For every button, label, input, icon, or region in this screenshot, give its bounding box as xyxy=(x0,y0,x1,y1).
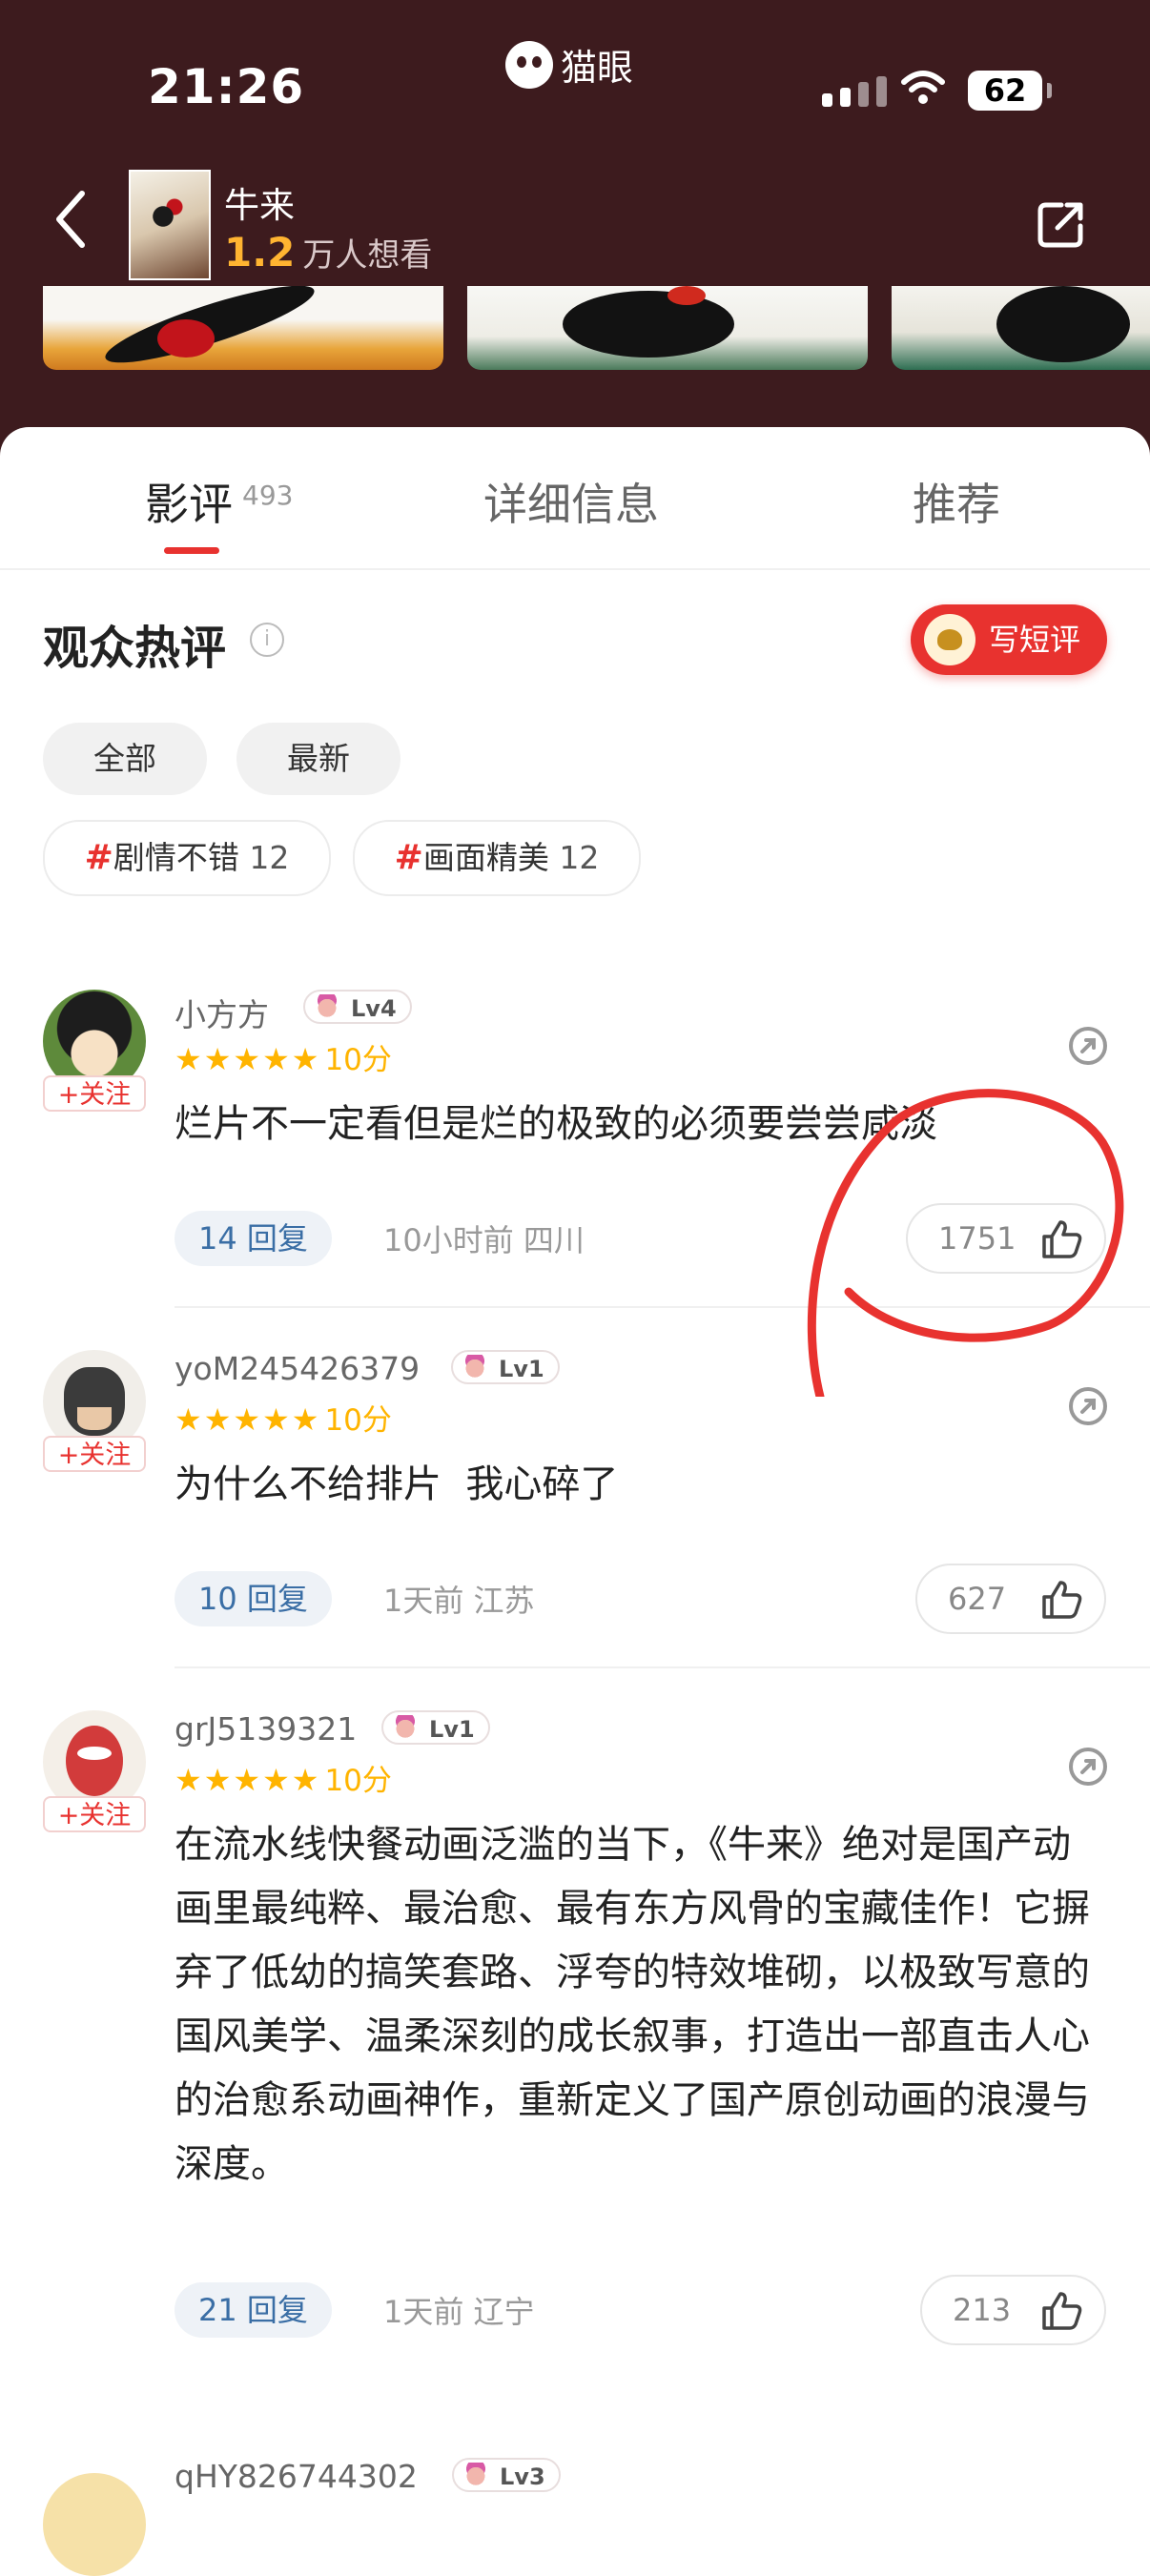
reply-button[interactable]: 14 回复 xyxy=(175,1211,332,1266)
score: 10分 xyxy=(324,1043,392,1077)
info-icon[interactable]: i xyxy=(250,623,284,657)
divider xyxy=(175,1666,1150,1668)
battery-icon: 62 xyxy=(968,71,1052,111)
tab-label: 影评 xyxy=(145,479,233,530)
level-badge: Lv3 xyxy=(452,2458,561,2492)
back-icon[interactable] xyxy=(48,186,95,253)
review-text: 在流水线快餐动画泛滥的当下，《牛来》绝对是国产动画里最纯粹、最治愈、最有东方风骨… xyxy=(175,1823,1090,2186)
review-location: 四川 xyxy=(523,1222,585,1258)
tab-indicator xyxy=(164,547,219,554)
review-text: 为什么不给排片 我心碎了 xyxy=(175,1462,619,1506)
tag-name: 剧情不错 xyxy=(113,839,239,876)
reviews-card: 影评 493 详细信息 推荐 观众热评 i 写短评 全部 最新 #剧情不错 12 … xyxy=(0,427,1150,2576)
share-icon[interactable] xyxy=(1066,1384,1110,1428)
follow-button[interactable]: +关注 xyxy=(43,1796,146,1832)
avatar[interactable] xyxy=(43,2473,146,2576)
tag-plot[interactable]: #剧情不错 12 xyxy=(43,820,331,896)
want-number: 1.2 xyxy=(224,229,296,276)
tab-bar: 影评 493 详细信息 推荐 xyxy=(0,427,1150,570)
follow-button[interactable]: +关注 xyxy=(43,1436,146,1472)
like-count: 1751 xyxy=(938,1220,1017,1257)
level-badge: Lv1 xyxy=(381,1710,490,1745)
username[interactable]: qHY826744302 xyxy=(175,2458,418,2495)
thumbs-up-icon xyxy=(1042,1581,1082,1619)
review-time: 1天前 xyxy=(383,2294,464,2330)
like-button[interactable]: 1751 xyxy=(906,1203,1106,1274)
app-name: 猫眼 xyxy=(561,47,634,89)
review-time: 1天前 xyxy=(383,1583,464,1619)
share-icon[interactable] xyxy=(1066,1745,1110,1789)
review-location: 辽宁 xyxy=(473,2294,535,2330)
divider xyxy=(175,1306,1150,1308)
reply-button[interactable]: 21 回复 xyxy=(175,2282,332,2338)
username[interactable]: yoM245426379 xyxy=(175,1350,420,1387)
movie-still[interactable] xyxy=(892,286,1150,370)
pen-icon xyxy=(924,614,975,665)
want-count: 1.2 万人想看 xyxy=(224,229,432,276)
movie-poster[interactable] xyxy=(129,170,211,280)
tag-count: 12 xyxy=(249,839,290,876)
movie-still[interactable] xyxy=(467,286,868,370)
thumbs-up-icon xyxy=(1042,1220,1082,1258)
movie-still[interactable] xyxy=(43,286,443,370)
filter-latest[interactable]: 最新 xyxy=(236,723,400,795)
review-meta: 1天前 辽宁 xyxy=(383,2288,535,2332)
review-text: 烂片不一定看但是烂的极致的必须要尝尝咸淡 xyxy=(175,1102,937,1146)
thumbs-up-icon xyxy=(1042,2292,1082,2330)
tag-hash: # xyxy=(84,838,113,877)
tag-hash: # xyxy=(394,838,423,877)
review-meta: 10小时前 四川 xyxy=(383,1216,585,1260)
level-badge: Lv1 xyxy=(451,1350,560,1384)
username[interactable]: 小方方 xyxy=(175,990,269,1035)
write-review-button[interactable]: 写短评 xyxy=(911,604,1107,675)
share-icon[interactable] xyxy=(1066,1024,1110,1068)
stars: ★★★★★ xyxy=(175,1401,321,1438)
like-button[interactable]: 627 xyxy=(915,1564,1106,1634)
app-indicator: 猫眼 xyxy=(505,38,633,91)
status-time: 21:26 xyxy=(148,59,305,114)
like-button[interactable]: 213 xyxy=(920,2275,1106,2345)
star-rating: ★★★★★ 10分 xyxy=(175,1035,392,1078)
tag-visuals[interactable]: #画面精美 12 xyxy=(353,820,641,896)
movie-header: 21:26 猫眼 62 牛来 1.2 万人想看 xyxy=(0,0,1150,477)
star-rating: ★★★★★ 10分 xyxy=(175,1756,392,1799)
section-title: 观众热评 xyxy=(43,622,227,675)
tab-recommend[interactable]: 推荐 xyxy=(913,470,1000,533)
tab-count: 493 xyxy=(242,480,294,511)
score: 10分 xyxy=(324,1403,392,1438)
tag-name: 画面精美 xyxy=(422,839,549,876)
star-rating: ★★★★★ 10分 xyxy=(175,1396,392,1439)
level-badge: Lv4 xyxy=(303,990,412,1024)
stars: ★★★★★ xyxy=(175,1041,321,1077)
score: 10分 xyxy=(324,1764,392,1798)
tab-details[interactable]: 详细信息 xyxy=(483,470,659,533)
review-meta: 1天前 江苏 xyxy=(383,1577,535,1621)
username[interactable]: grJ5139321 xyxy=(175,1710,357,1748)
tab-reviews[interactable]: 影评 493 xyxy=(145,470,293,533)
filter-all[interactable]: 全部 xyxy=(43,723,207,795)
want-label: 万人想看 xyxy=(302,236,433,275)
follow-button[interactable]: +关注 xyxy=(43,1075,146,1112)
movie-title: 牛来 xyxy=(224,185,295,226)
like-count: 213 xyxy=(953,2292,1012,2328)
wifi-icon xyxy=(901,71,945,104)
signal-icon xyxy=(822,76,887,107)
tag-count: 12 xyxy=(559,839,600,876)
review-time: 10小时前 xyxy=(383,1222,514,1258)
cat-logo-icon xyxy=(505,40,553,89)
like-count: 627 xyxy=(948,1581,1007,1617)
stars: ★★★★★ xyxy=(175,1762,321,1798)
write-review-label: 写短评 xyxy=(989,622,1081,658)
review-location: 江苏 xyxy=(473,1583,535,1619)
share-icon[interactable] xyxy=(1033,195,1090,253)
reply-button[interactable]: 10 回复 xyxy=(175,1571,332,1626)
